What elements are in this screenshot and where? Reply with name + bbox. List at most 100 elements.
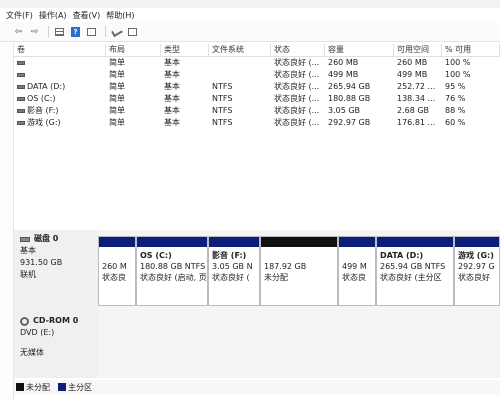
- cell-percent-free: 95 %: [442, 81, 500, 93]
- column-header-layout[interactable]: 布局: [106, 44, 161, 56]
- disk-icon: [20, 236, 30, 242]
- cell-text: 简单: [109, 82, 125, 91]
- cell-text: 95 %: [445, 82, 466, 91]
- cell-text: 260 MB: [397, 58, 428, 67]
- forward-button[interactable]: ⇨: [28, 25, 41, 38]
- partition-info: 游戏 (G:) 292.97 G 状态良好: [455, 247, 499, 286]
- menu-view[interactable]: 查看(V): [73, 10, 101, 21]
- column-header-capacity[interactable]: 容量: [325, 44, 394, 56]
- cdrom-name: CD-ROM 0: [33, 316, 79, 325]
- menu-file[interactable]: 文件(F): [6, 10, 33, 21]
- cell-type: 基本: [161, 81, 209, 93]
- partition-color-bar: [339, 237, 375, 247]
- partition-info: 影音 (F:) 3.05 GB N 状态良好 (: [209, 247, 259, 286]
- back-button[interactable]: ⇦: [12, 25, 25, 38]
- cell-text: 76 %: [445, 94, 466, 103]
- cell-text: 状态良好 (...: [274, 70, 320, 79]
- partition-color-bar: [377, 237, 453, 247]
- cell-percent-free: 100 %: [442, 69, 500, 81]
- partition-recovery[interactable]: 499 M 状态良: [338, 236, 376, 306]
- show-hide-console-tree-button[interactable]: [53, 25, 66, 38]
- cell-text: 状态良好 (...: [274, 58, 320, 67]
- cell-filesystem: NTFS: [209, 81, 271, 93]
- cell-text: 简单: [109, 70, 125, 79]
- partition-info: OS (C:) 180.88 GB NTFS 状态良好 (启动, 页: [137, 247, 207, 286]
- cell-text: 基本: [164, 70, 180, 79]
- column-header-type[interactable]: 类型: [161, 44, 209, 56]
- partition-color-bar: [209, 237, 259, 247]
- cell-percent-free: 100 %: [442, 57, 500, 69]
- connect-button[interactable]: [110, 25, 123, 38]
- cdrom-row: CD-ROM 0 DVD (E:) 无媒体: [14, 312, 500, 378]
- cell-free-space: 138.34 ...: [394, 93, 442, 105]
- partition-games-g[interactable]: 游戏 (G:) 292.97 G 状态良好: [454, 236, 500, 306]
- cell-volume: DATA (D:): [14, 81, 106, 93]
- column-header-filesystem[interactable]: 文件系统: [209, 44, 271, 56]
- cell-layout: 简单: [106, 57, 161, 69]
- partition-efi[interactable]: 260 M 状态良: [98, 236, 136, 306]
- cell-capacity: 292.97 GB: [325, 117, 394, 129]
- cell-text: 499 MB: [328, 70, 359, 79]
- partition-os-c[interactable]: OS (C:) 180.88 GB NTFS 状态良好 (启动, 页: [136, 236, 208, 306]
- cdrom-drive: DVD (E:): [20, 328, 55, 337]
- menu-action[interactable]: 操作(A): [39, 10, 67, 21]
- disk-0-name: 磁盘 0: [34, 234, 59, 243]
- table-row[interactable]: 简单 基本 状态良好 (... 260 MB 260 MB 100 %: [14, 57, 500, 69]
- list-view-button[interactable]: [126, 25, 139, 38]
- cell-filesystem: NTFS: [209, 105, 271, 117]
- table-row[interactable]: 游戏 (G:) 简单 基本 NTFS 状态良好 (... 292.97 GB 176.81 …: [14, 117, 500, 129]
- cell-text: 252.72 ...: [397, 82, 436, 91]
- partition-color-bar: [137, 237, 207, 247]
- toolbar-separator: [105, 26, 106, 37]
- partition-size: 499 M: [342, 262, 367, 271]
- cell-volume: 影音 (F:): [14, 105, 106, 117]
- properties-button[interactable]: [85, 25, 98, 38]
- table-header: 卷 布局 类型 文件系统 状态 容量 可用空间 % 可用: [14, 44, 500, 57]
- cell-text: 基本: [164, 118, 180, 127]
- partition-data-d[interactable]: DATA (D:) 265.94 GB NTFS 状态良好 (主分区: [376, 236, 454, 306]
- cell-text: 260 MB: [328, 58, 359, 67]
- key-icon: [110, 26, 123, 37]
- cell-status: 状态良好 (...: [271, 93, 325, 105]
- table-row[interactable]: 影音 (F:) 简单 基本 NTFS 状态良好 (... 3.05 GB 2.68 GB 88…: [14, 105, 500, 117]
- partition-status: 状态良好 (: [212, 273, 250, 282]
- cdrom-label[interactable]: CD-ROM 0 DVD (E:) 无媒体: [14, 312, 98, 378]
- partition-status: 状态良好 (主分区: [380, 273, 442, 282]
- cell-filesystem: [209, 57, 271, 69]
- partition-size: 292.97 G: [458, 262, 495, 271]
- cell-text: 176.81 ...: [397, 118, 436, 127]
- column-header-volume[interactable]: 卷: [14, 44, 106, 56]
- cell-text: 138.34 ...: [397, 94, 436, 103]
- column-header-status[interactable]: 状态: [271, 44, 325, 56]
- partition-size: 187.92 GB: [264, 262, 307, 271]
- cdrom-media-area[interactable]: [98, 312, 500, 378]
- partition-color-bar: [261, 237, 337, 247]
- partition-color-bar: [455, 237, 499, 247]
- cell-text: 基本: [164, 94, 180, 103]
- cell-capacity: 260 MB: [325, 57, 394, 69]
- menu-help[interactable]: 帮助(H): [106, 10, 134, 21]
- column-header-free-space[interactable]: 可用空间: [394, 44, 442, 56]
- cell-text: DATA (D:): [27, 82, 66, 91]
- disk-0-label[interactable]: 磁盘 0 基本 931.50 GB 联机: [14, 230, 98, 312]
- cell-status: 状态良好 (...: [271, 105, 325, 117]
- help-button[interactable]: ?: [69, 25, 82, 38]
- list-icon: [128, 27, 137, 36]
- cell-volume: 游戏 (G:): [14, 117, 106, 129]
- table-row[interactable]: 简单 基本 状态良好 (... 499 MB 499 MB 100 %: [14, 69, 500, 81]
- partition-unallocated[interactable]: 187.92 GB 未分配: [260, 236, 338, 306]
- partition-media-f[interactable]: 影音 (F:) 3.05 GB N 状态良好 (: [208, 236, 260, 306]
- cell-volume: [14, 69, 106, 81]
- volume-icon: [17, 120, 25, 125]
- table-row[interactable]: DATA (D:) 简单 基本 NTFS 状态良好 (... 265.94 GB 252.7…: [14, 81, 500, 93]
- table-row[interactable]: OS (C:) 简单 基本 NTFS 状态良好 (... 180.88 GB 138.34 …: [14, 93, 500, 105]
- cell-filesystem: NTFS: [209, 117, 271, 129]
- partition-status: 状态良: [342, 273, 366, 282]
- volume-icon: [17, 108, 25, 113]
- left-pane-edge: [0, 42, 14, 400]
- column-header-percent-free[interactable]: % 可用: [442, 44, 500, 56]
- disk-graph-area: 磁盘 0 基本 931.50 GB 联机 260 M 状态良 OS (C:) 180.…: [14, 230, 500, 378]
- cell-layout: 简单: [106, 117, 161, 129]
- partition-status: 状态良: [102, 273, 126, 282]
